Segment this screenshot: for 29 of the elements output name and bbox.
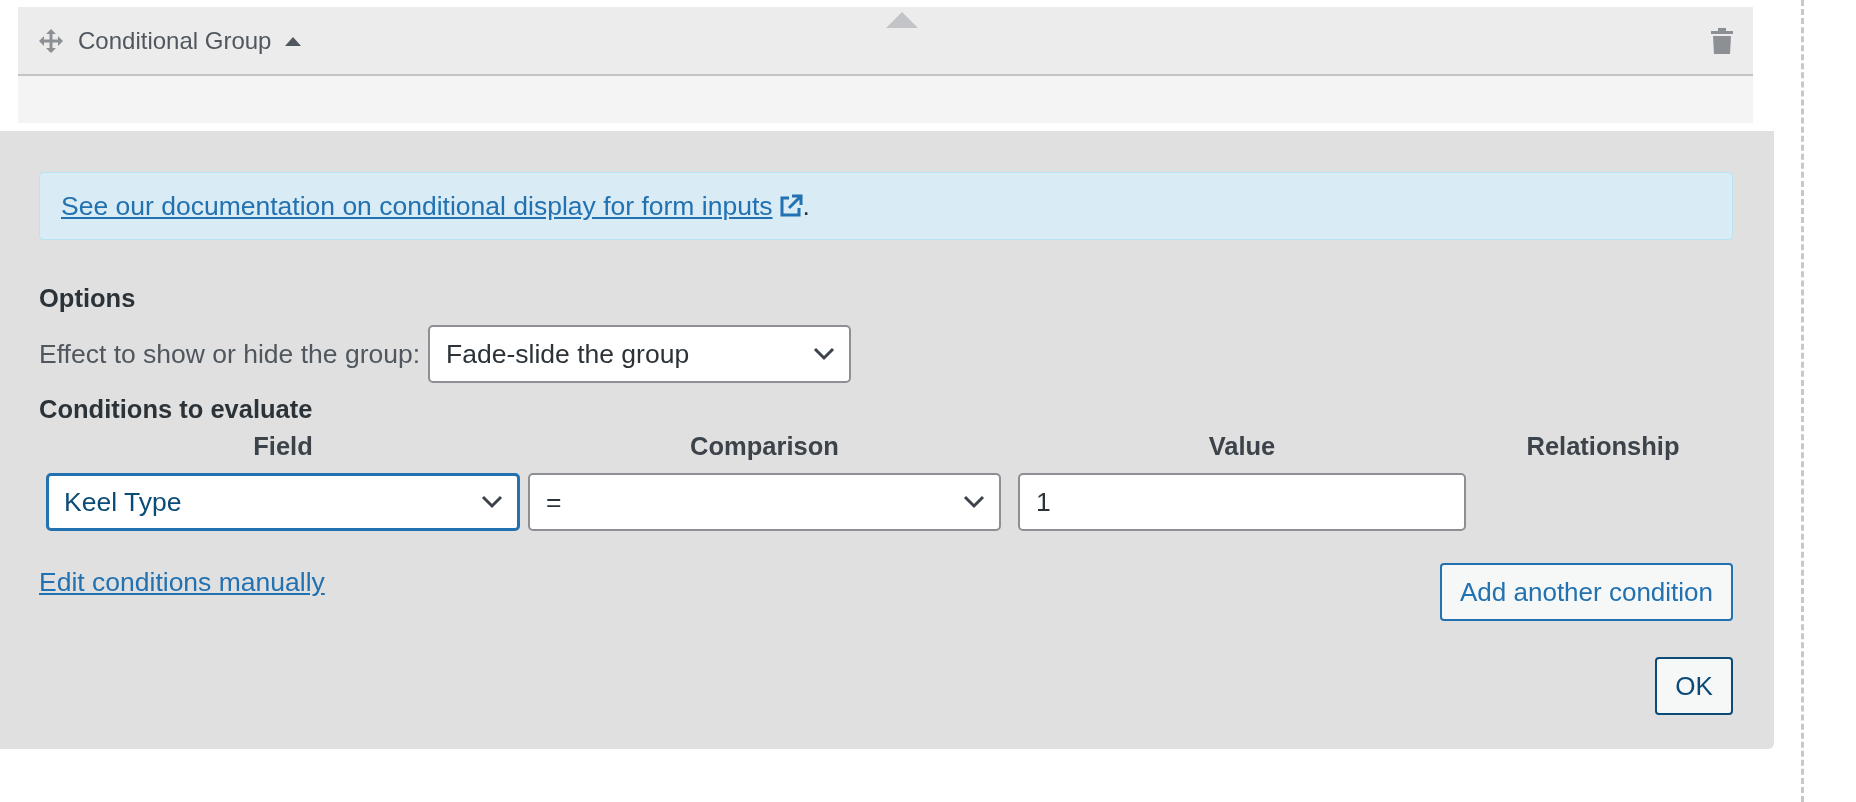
ok-button[interactable]: OK xyxy=(1655,657,1733,715)
group-header[interactable]: Conditional Group xyxy=(18,7,1753,76)
options-heading: Options xyxy=(39,284,137,313)
selected-value: Keel Type xyxy=(64,486,182,518)
trash-icon[interactable] xyxy=(1711,27,1733,54)
documentation-link[interactable]: See our documentation on conditional display for form inputs xyxy=(61,190,803,221)
notice-text: See our documentation on conditional display for form inputs . xyxy=(61,190,810,222)
external-link-icon xyxy=(778,193,803,218)
column-header: Value xyxy=(1207,432,1277,462)
column-header: Field xyxy=(252,432,314,462)
column-header: Relationship xyxy=(1525,432,1681,462)
triangle-icon xyxy=(886,12,918,28)
conditions-heading: Conditions to evaluate xyxy=(39,395,314,424)
column-header: Comparison xyxy=(689,432,840,462)
chevron-down-icon xyxy=(963,495,985,509)
field-select[interactable]: Keel Type xyxy=(46,473,520,531)
comparison-select[interactable]: = xyxy=(528,473,1001,531)
chevron-down-icon xyxy=(481,495,503,509)
add-condition-button[interactable]: Add another condition xyxy=(1440,563,1733,621)
effect-select[interactable]: Fade-slide the group xyxy=(428,325,852,383)
selected-value: = xyxy=(546,486,562,518)
group-title: Conditional Group xyxy=(78,26,272,55)
selected-value: Fade-slide the group xyxy=(446,338,690,370)
caret-icon[interactable] xyxy=(285,35,302,46)
edit-conditions-link[interactable]: Edit conditions manually xyxy=(39,567,325,598)
effect-label: Effect to show or hide the group: xyxy=(39,338,421,370)
value-input[interactable]: 1 xyxy=(1018,473,1466,531)
move-icon[interactable] xyxy=(38,27,64,54)
chevron-down-icon xyxy=(813,347,836,361)
